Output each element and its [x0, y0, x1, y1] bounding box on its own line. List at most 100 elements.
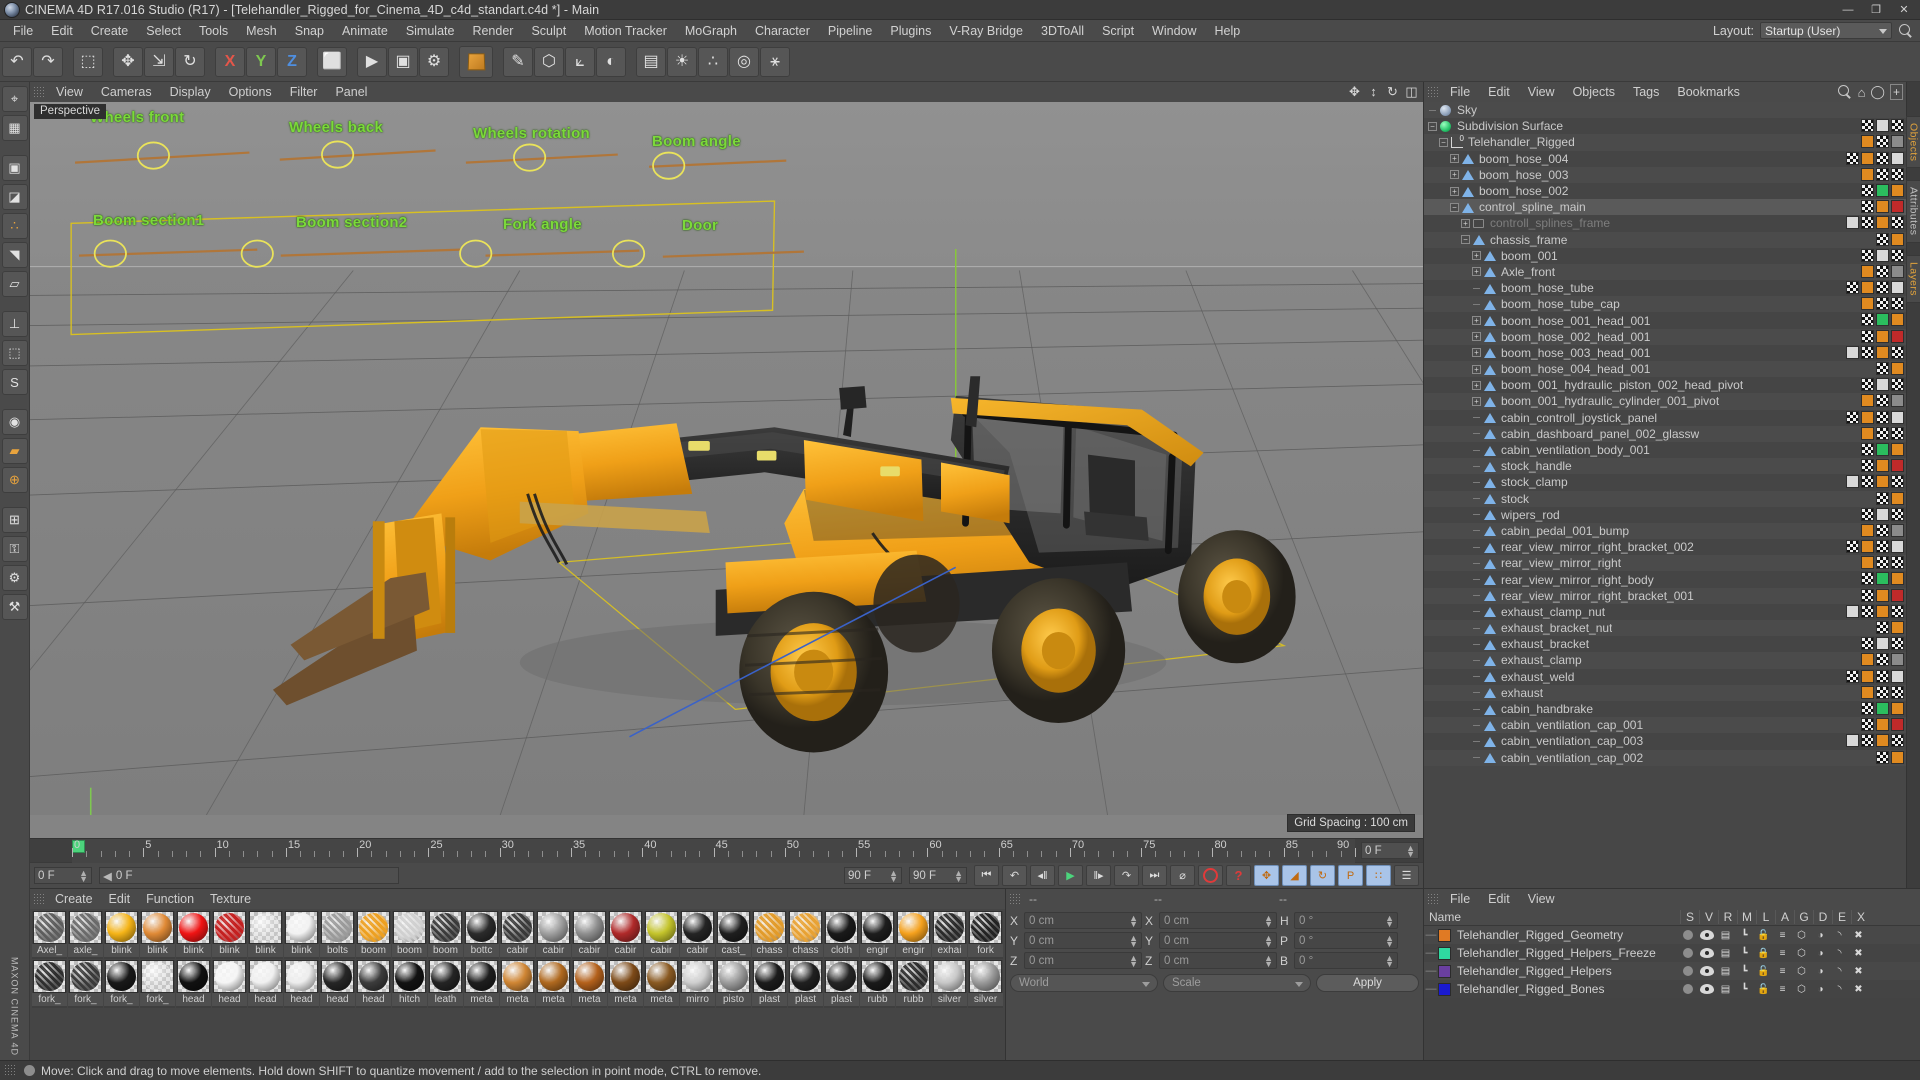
layer-column-s[interactable]: S [1680, 910, 1699, 924]
coord-input-size-x[interactable]: 0 cm ▲ ▼ [1159, 912, 1277, 929]
spinner-icon[interactable]: ▲ ▼ [1385, 914, 1394, 929]
object-tag-icon[interactable] [1861, 604, 1874, 618]
render-view-button[interactable]: ▶ [357, 46, 387, 77]
material-swatch[interactable]: silver [968, 960, 1003, 1008]
om-menu-edit[interactable]: Edit [1479, 84, 1519, 100]
spinner-icon[interactable]: ▲ ▼ [1406, 844, 1415, 859]
object-tag-icon[interactable] [1891, 183, 1904, 197]
om-menu-view[interactable]: View [1519, 84, 1564, 100]
object-tag-icon[interactable] [1891, 362, 1904, 375]
object-tag-icon[interactable] [1861, 167, 1874, 181]
quantize-button[interactable]: ⊞ [1, 507, 28, 533]
object-tag-icon[interactable] [1861, 378, 1874, 392]
expand-icon[interactable]: + [1889, 84, 1903, 100]
viewport-menu-options[interactable]: Options [220, 84, 281, 100]
object-row[interactable]: + boom_hose_002_head_001 [1424, 328, 1906, 345]
object-tag-icon[interactable] [1876, 167, 1889, 181]
material-swatch[interactable]: meta [572, 960, 607, 1008]
material-swatch[interactable]: blink [104, 911, 139, 959]
menu-simulate[interactable]: Simulate [397, 22, 464, 40]
vertical-tab-layers[interactable]: Layers [1905, 254, 1920, 303]
viewport-menu-filter[interactable]: Filter [281, 84, 327, 100]
material-swatch[interactable]: silver [932, 960, 967, 1008]
manager-icon[interactable]: ┗ [1735, 984, 1754, 995]
layer-row[interactable]: — Telehandler_Rigged_Helpers ▤ ┗ 🔓 ≡ ⬡ ◑ ◝ ✖ [1424, 962, 1920, 980]
tree-expander-minus-icon[interactable]: − [1450, 202, 1459, 212]
viewport-menu-panel[interactable]: Panel [326, 84, 376, 100]
viewport-pan-icon[interactable]: ✥ [1347, 84, 1362, 99]
object-tag-icon[interactable] [1861, 523, 1874, 537]
object-tag-icon[interactable] [1876, 200, 1889, 214]
object-tag-icon[interactable] [1861, 475, 1874, 489]
coord-input-size-z[interactable]: 0 cm ▲ ▼ [1159, 952, 1277, 969]
material-swatch[interactable]: fork [968, 911, 1003, 959]
menu-render[interactable]: Render [463, 22, 522, 40]
object-row[interactable]: + boom_hose_003_head_001 [1424, 344, 1906, 361]
tree-expander-plus-icon[interactable]: + [1472, 380, 1481, 390]
anim-end-frame-field-2[interactable]: 90 F ▲ ▼ [909, 867, 967, 884]
object-tag-icon[interactable] [1891, 281, 1904, 295]
object-tag-icon[interactable] [1861, 329, 1874, 343]
environment-button[interactable]: ◐ [596, 46, 626, 77]
material-swatch[interactable]: blink [140, 911, 175, 959]
animation-icon[interactable]: ≡ [1773, 930, 1792, 941]
visible-eye-icon[interactable] [1697, 966, 1716, 977]
scale-key-button[interactable]: ◢ [1282, 865, 1307, 886]
object-tag-icon[interactable] [1891, 167, 1904, 181]
object-tag-icon[interactable] [1876, 637, 1889, 651]
timeline-current-frame-field[interactable]: 0 F ▲ ▼ [1361, 842, 1419, 859]
material-swatch[interactable]: cabir [500, 911, 535, 959]
step-back-keyframe-button[interactable]: ↶ [1002, 865, 1027, 886]
object-tag-icon[interactable] [1891, 459, 1904, 473]
object-tag-icon[interactable] [1891, 701, 1904, 715]
interface-lock-button[interactable]: ⚒ [1, 594, 28, 620]
panel-grip-icon[interactable] [1427, 892, 1438, 906]
menu-pipeline[interactable]: Pipeline [819, 22, 881, 40]
tree-expander-plus-icon[interactable]: + [1461, 218, 1470, 228]
snap-settings-button[interactable]: ⊕ [1, 467, 28, 493]
object-tag-icon[interactable] [1876, 734, 1889, 748]
object-tag-icon[interactable] [1861, 540, 1874, 554]
generators-button[interactable]: ⬡ [534, 46, 564, 77]
perspective-viewport[interactable]: Perspective Wheels front Wheels back Whe… [30, 102, 1423, 838]
expressions-icon[interactable]: ◝ [1830, 948, 1849, 959]
menu-sculpt[interactable]: Sculpt [522, 22, 575, 40]
render-clapper-icon[interactable]: ▤ [1716, 948, 1735, 959]
material-swatch[interactable]: cloth [824, 911, 859, 959]
anim-start-frame-field[interactable]: 0 F ▲ ▼ [34, 867, 92, 884]
object-tag-icon[interactable] [1891, 394, 1904, 408]
z-axis-button[interactable]: Z [277, 46, 307, 77]
object-row[interactable]: exhaust_clamp [1424, 652, 1906, 669]
material-swatch[interactable]: bolts [320, 911, 355, 959]
material-swatch[interactable]: cabir [680, 911, 715, 959]
material-swatch[interactable]: head [248, 960, 283, 1008]
y-axis-button[interactable]: Y [246, 46, 276, 77]
object-tag-icon[interactable] [1891, 572, 1904, 586]
point-level-animation-button[interactable]: ∷ [1366, 865, 1391, 886]
simulate-button[interactable]: ◎ [729, 46, 759, 77]
object-tag-icon[interactable] [1861, 556, 1874, 570]
object-tag-icon[interactable] [1846, 604, 1859, 618]
menu-animate[interactable]: Animate [333, 22, 397, 40]
spinner-icon[interactable]: ▲ ▼ [1129, 954, 1138, 969]
visible-eye-icon[interactable] [1697, 930, 1716, 941]
menu-3dtoall[interactable]: 3DToAll [1032, 22, 1093, 40]
deformers-icon[interactable]: ◑ [1811, 948, 1830, 959]
object-row[interactable]: − control_spline_main [1424, 199, 1906, 216]
object-tag-icon[interactable] [1891, 378, 1904, 392]
layer-rows[interactable]: — Telehandler_Rigged_Geometry ▤ ┗ 🔓 ≡ ⬡ ◑ ◝ ✖ — Tel… [1424, 926, 1920, 998]
object-tag-icon[interactable] [1876, 264, 1889, 278]
panel-grip-icon[interactable] [33, 892, 44, 906]
object-tag-icon[interactable] [1876, 475, 1889, 489]
menu-v-ray-bridge[interactable]: V-Ray Bridge [940, 22, 1032, 40]
object-tag-icon[interactable] [1846, 475, 1859, 489]
render-clapper-icon[interactable]: ▤ [1716, 984, 1735, 995]
object-row[interactable]: boom_hose_tube_cap [1424, 296, 1906, 313]
object-tag-icon[interactable] [1876, 345, 1889, 359]
layer-column-l[interactable]: L [1756, 910, 1775, 924]
coord-input-rot-b[interactable]: 0 ° ▲ ▼ [1294, 952, 1398, 969]
viewport-dolly-icon[interactable]: ↕ [1366, 84, 1381, 99]
layout-lock-button[interactable]: ⚙ [1, 565, 28, 591]
position-key-button[interactable]: ✥ [1254, 865, 1279, 886]
object-tag-icon[interactable] [1861, 669, 1874, 683]
